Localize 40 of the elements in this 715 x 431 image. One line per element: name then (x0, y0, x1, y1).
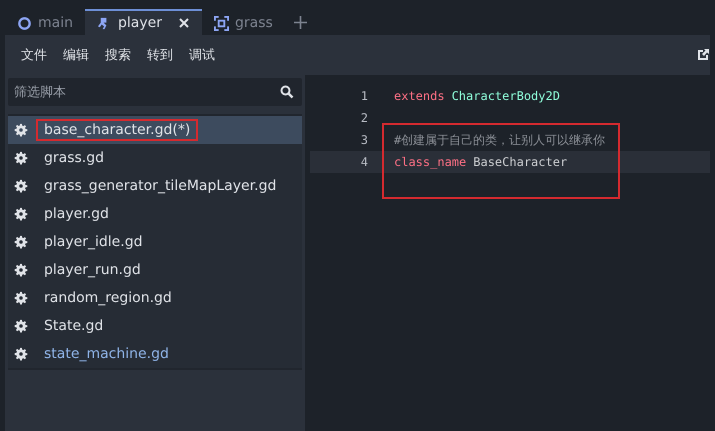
gear-icon (14, 151, 28, 165)
gear-icon (14, 235, 28, 249)
gear-icon (14, 263, 28, 277)
gear-icon (14, 207, 28, 221)
editor-tab[interactable]: grass (202, 9, 285, 35)
line-number: 1 (360, 89, 368, 103)
frame-icon (214, 16, 229, 30)
code-text: extends CharacterBody2D (393, 89, 560, 103)
script-item[interactable]: player_run.gd (8, 256, 302, 284)
editor-tab[interactable]: main (5, 9, 85, 35)
script-item[interactable]: state_machine.gd (8, 340, 302, 368)
search-icon (280, 85, 294, 99)
code-text: #创建属于自己的类，让别人可以继承你 (393, 132, 606, 148)
menu-item[interactable]: 编辑 (55, 46, 97, 64)
filter-field[interactable]: 筛选脚本 (8, 78, 302, 106)
code-text: class_name BaseCharacter (393, 155, 568, 169)
external-link-icon[interactable] (696, 48, 710, 62)
menu-item[interactable]: 搜索 (97, 46, 139, 64)
script-item[interactable]: player.gd (8, 200, 302, 228)
gear-icon (14, 319, 28, 333)
script-item[interactable]: grass.gd (8, 144, 302, 172)
gear-icon (14, 347, 28, 361)
menu-item[interactable]: 调试 (181, 46, 223, 64)
circle-icon (17, 16, 32, 30)
editor-tab[interactable]: player (84, 9, 202, 35)
script-item[interactable]: base_character.gd(*) (8, 116, 302, 144)
script-item[interactable]: player_idle.gd (8, 228, 302, 256)
script-item[interactable]: grass_generator_tileMapLayer.gd (8, 172, 302, 200)
line-number: 2 (360, 111, 368, 125)
script-item[interactable]: random_region.gd (8, 284, 302, 312)
menu-item[interactable]: 文件 (13, 46, 55, 64)
gear-icon (14, 179, 28, 193)
gear-icon (14, 291, 28, 305)
menu-item[interactable]: 转到 (139, 46, 181, 64)
script-item[interactable]: State.gd (8, 312, 302, 340)
plus-icon[interactable] (292, 14, 308, 30)
gear-icon (14, 123, 28, 137)
line-number: 4 (360, 155, 368, 169)
close-icon[interactable] (178, 17, 190, 29)
line-number: 3 (360, 133, 368, 147)
